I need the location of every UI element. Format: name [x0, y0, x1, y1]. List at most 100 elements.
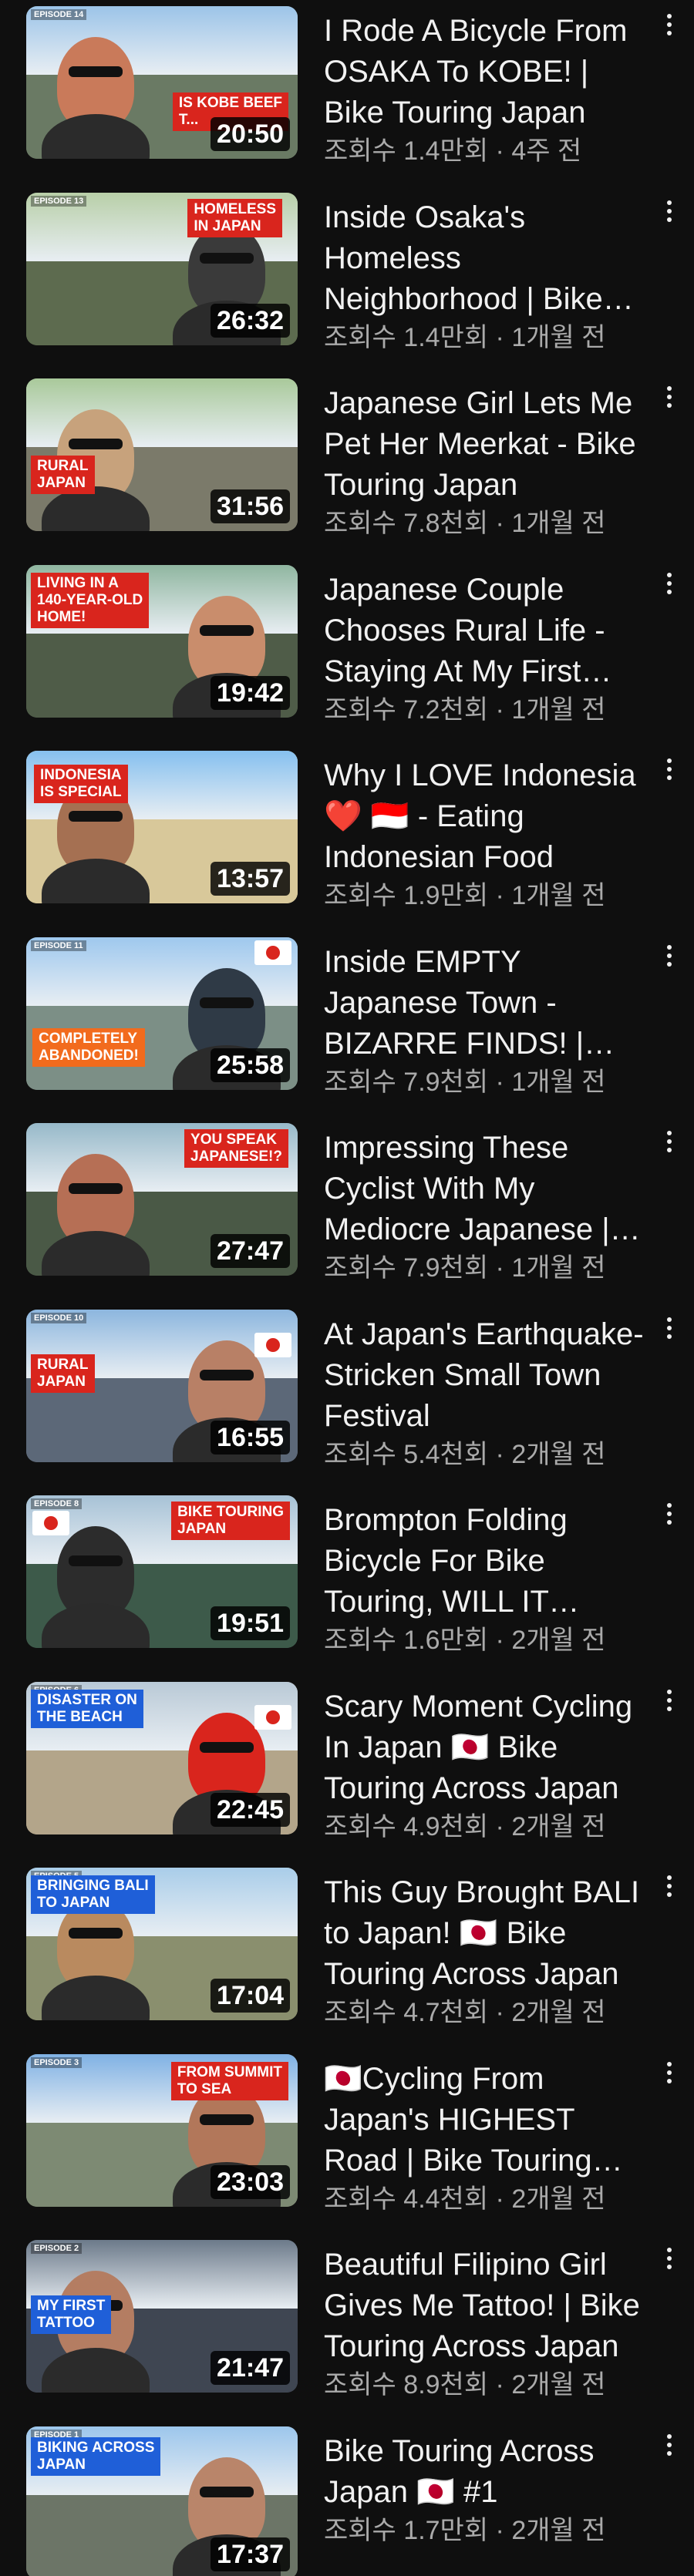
- sunglasses: [200, 625, 254, 636]
- video-thumbnail[interactable]: EPISODE 8 BIKE TOURING JAPAN 19:51: [26, 1495, 298, 1648]
- video-item[interactable]: LIVING IN A 140-YEAR-OLD HOME! 19:42 Japan…: [0, 565, 694, 725]
- thumbnail-caption: COMPLETELY ABANDONED!: [32, 1028, 145, 1067]
- video-item[interactable]: EPISODE 5BRINGING BALI TO JAPAN17:04This…: [0, 1868, 694, 2027]
- menu-dot: [667, 573, 672, 577]
- video-metadata: 조회수 1.4만회 · 1개월 전: [324, 323, 606, 352]
- sunglasses: [200, 1742, 254, 1753]
- video-metadata: 조회수 4.9천회 · 2개월 전: [324, 1812, 606, 1841]
- video-title[interactable]: Scary Moment Cycling In Japan 🇯🇵 Bike To…: [324, 1687, 652, 1809]
- video-title[interactable]: Impressing These Cyclist With My Mediocr…: [324, 1128, 652, 1250]
- video-thumbnail[interactable]: EPISODE 14 IS KOBE BEEF T... 20:50: [26, 6, 298, 159]
- menu-dot: [667, 386, 672, 391]
- more-options-icon[interactable]: [654, 2243, 685, 2274]
- menu-dot: [667, 2062, 672, 2067]
- video-thumbnail[interactable]: EPISODE 3 FROM SUMMIT TO SEA 23:03: [26, 2054, 298, 2207]
- video-title[interactable]: At Japan's Earthquake-Stricken Small Tow…: [324, 1314, 652, 1437]
- video-thumbnail[interactable]: EPISODE 10 RURAL JAPAN 16:55: [26, 1310, 298, 1462]
- video-metadata: 조회수 5.4천회 · 2개월 전: [324, 1440, 606, 1469]
- more-options-icon[interactable]: [654, 382, 685, 412]
- video-item[interactable]: EPISODE 3 FROM SUMMIT TO SEA 23:03 🇯🇵Cyclin…: [0, 2054, 694, 2214]
- video-item[interactable]: EPISODE 8 BIKE TOURING JAPAN 19:51 Brompton…: [0, 1495, 694, 1655]
- video-thumbnail[interactable]: EPISODE 11 COMPLETELY ABANDONED! 25:58: [26, 937, 298, 1090]
- video-duration: 21:47: [211, 2351, 290, 2385]
- video-thumbnail[interactable]: RURAL JAPAN 31:56: [26, 378, 298, 531]
- more-options-icon[interactable]: [654, 196, 685, 227]
- video-item[interactable]: EPISODE 10 RURAL JAPAN 16:55 At Japan's Ear…: [0, 1310, 694, 1469]
- video-title[interactable]: Beautiful Filipino Girl Gives Me Tattoo!…: [324, 2245, 652, 2367]
- more-options-icon[interactable]: [654, 1126, 685, 1157]
- video-item[interactable]: EPISODE 13 HOMELESS IN JAPAN 26:32 Inside O…: [0, 193, 694, 352]
- video-thumbnail[interactable]: EPISODE 5BRINGING BALI TO JAPAN17:04: [26, 1868, 298, 2020]
- video-item[interactable]: EPISODE 11 COMPLETELY ABANDONED! 25:58 Insi…: [0, 937, 694, 1097]
- thumbnail-caption: BIKE TOURING JAPAN: [171, 1502, 290, 1540]
- thumbnail-caption: INDONESIA IS SPECIAL: [34, 765, 128, 803]
- video-title[interactable]: I Rode A Bicycle From OSAKA To KOBE! | B…: [324, 11, 652, 133]
- more-options-icon[interactable]: [654, 754, 685, 785]
- menu-dot: [667, 1875, 672, 1880]
- menu-dot: [667, 758, 672, 763]
- video-thumbnail[interactable]: LIVING IN A 140-YEAR-OLD HOME! 19:42: [26, 565, 298, 718]
- video-item[interactable]: EPISODE 14 IS KOBE BEEF T... 20:50 I Rode A…: [0, 6, 694, 166]
- sunglasses: [69, 66, 123, 77]
- video-duration: 20:50: [211, 117, 290, 151]
- video-title[interactable]: Why I LOVE Indonesia ❤️ 🇮🇩 - Eating Indo…: [324, 755, 652, 878]
- video-item[interactable]: EPISODE 6DISASTER ON THE BEACH22:45Scary…: [0, 1682, 694, 1841]
- menu-dot: [667, 2079, 672, 2083]
- more-options-icon[interactable]: [654, 9, 685, 40]
- video-thumbnail[interactable]: EPISODE 2 MY FIRST TATTOO 21:47: [26, 2240, 298, 2393]
- video-thumbnail[interactable]: INDONESIA IS SPECIAL 13:57: [26, 751, 298, 903]
- more-options-icon[interactable]: [654, 1498, 685, 1529]
- menu-dot: [667, 1707, 672, 1711]
- sunglasses: [200, 1370, 254, 1380]
- thumbnail-caption: DISASTER ON THE BEACH: [31, 1690, 143, 1728]
- episode-label: EPISODE 13: [31, 196, 87, 207]
- video-thumbnail[interactable]: YOU SPEAK JAPANESE!? 27:47: [26, 1123, 298, 1276]
- video-metadata: 조회수 4.4천회 · 2개월 전: [324, 2184, 606, 2214]
- sunglasses: [200, 2487, 254, 2497]
- more-options-icon[interactable]: [654, 2057, 685, 2088]
- video-item[interactable]: EPISODE 2 MY FIRST TATTOO 21:47 Beautiful F…: [0, 2240, 694, 2399]
- more-options-icon[interactable]: [654, 568, 685, 599]
- video-metadata: 조회수 1.9만회 · 1개월 전: [324, 881, 606, 910]
- menu-dot: [667, 31, 672, 35]
- video-title[interactable]: Bike Touring Across Japan 🇯🇵 #1: [324, 2431, 652, 2513]
- video-duration: 19:51: [211, 1606, 290, 1640]
- menu-dot: [667, 1334, 672, 1339]
- menu-dot: [667, 1317, 672, 1322]
- video-title[interactable]: Inside Osaka's Homeless Neighborhood | B…: [324, 197, 652, 320]
- video-duration: 17:04: [211, 1979, 290, 2013]
- video-thumbnail[interactable]: EPISODE 6DISASTER ON THE BEACH22:45: [26, 1682, 298, 1834]
- video-item[interactable]: EPISODE 1 BIKING ACROSS JAPAN 17:37 Bike To…: [0, 2426, 694, 2576]
- video-title[interactable]: Japanese Couple Chooses Rural Life - Sta…: [324, 570, 652, 692]
- more-options-icon[interactable]: [654, 2430, 685, 2460]
- menu-dot: [667, 1148, 672, 1152]
- video-title[interactable]: 🇯🇵Cycling From Japan's HIGHEST Road | Bi…: [324, 2059, 652, 2181]
- video-title[interactable]: Brompton Folding Bicycle For Bike Tourin…: [324, 1500, 652, 1623]
- video-thumbnail[interactable]: EPISODE 1 BIKING ACROSS JAPAN 17:37: [26, 2426, 298, 2576]
- sunglasses: [69, 1928, 123, 1939]
- more-options-icon[interactable]: [654, 940, 685, 971]
- menu-dot: [667, 14, 672, 18]
- episode-label: EPISODE 11: [31, 940, 86, 951]
- menu-dot: [667, 2451, 672, 2456]
- menu-dot: [667, 2248, 672, 2252]
- video-metadata: 조회수 8.9천회 · 2개월 전: [324, 2370, 606, 2399]
- video-item[interactable]: RURAL JAPAN 31:56 Japanese Girl Lets Me Pe…: [0, 378, 694, 538]
- video-metadata: 조회수 7.9천회 · 1개월 전: [324, 1253, 606, 1283]
- menu-dot: [667, 403, 672, 408]
- japan-flag-icon: [254, 1705, 291, 1730]
- menu-dot: [667, 209, 672, 214]
- menu-dot: [667, 1326, 672, 1330]
- more-options-icon[interactable]: [654, 1685, 685, 1716]
- video-duration: 23:03: [211, 2165, 290, 2199]
- video-item[interactable]: INDONESIA IS SPECIAL 13:57 Why I LOVE Indo…: [0, 751, 694, 910]
- video-thumbnail[interactable]: EPISODE 13 HOMELESS IN JAPAN 26:32: [26, 193, 298, 345]
- video-title[interactable]: Japanese Girl Lets Me Pet Her Meerkat - …: [324, 383, 652, 506]
- menu-dot: [667, 945, 672, 950]
- more-options-icon[interactable]: [654, 1313, 685, 1343]
- video-title[interactable]: This Guy Brought BALI to Japan! 🇯🇵 Bike …: [324, 1872, 652, 1995]
- more-options-icon[interactable]: [654, 1871, 685, 1902]
- video-duration: 16:55: [211, 1421, 290, 1454]
- video-title[interactable]: Inside EMPTY Japanese Town - BIZARRE FIN…: [324, 942, 652, 1064]
- video-item[interactable]: YOU SPEAK JAPANESE!? 27:47 Impressing Thes…: [0, 1123, 694, 1283]
